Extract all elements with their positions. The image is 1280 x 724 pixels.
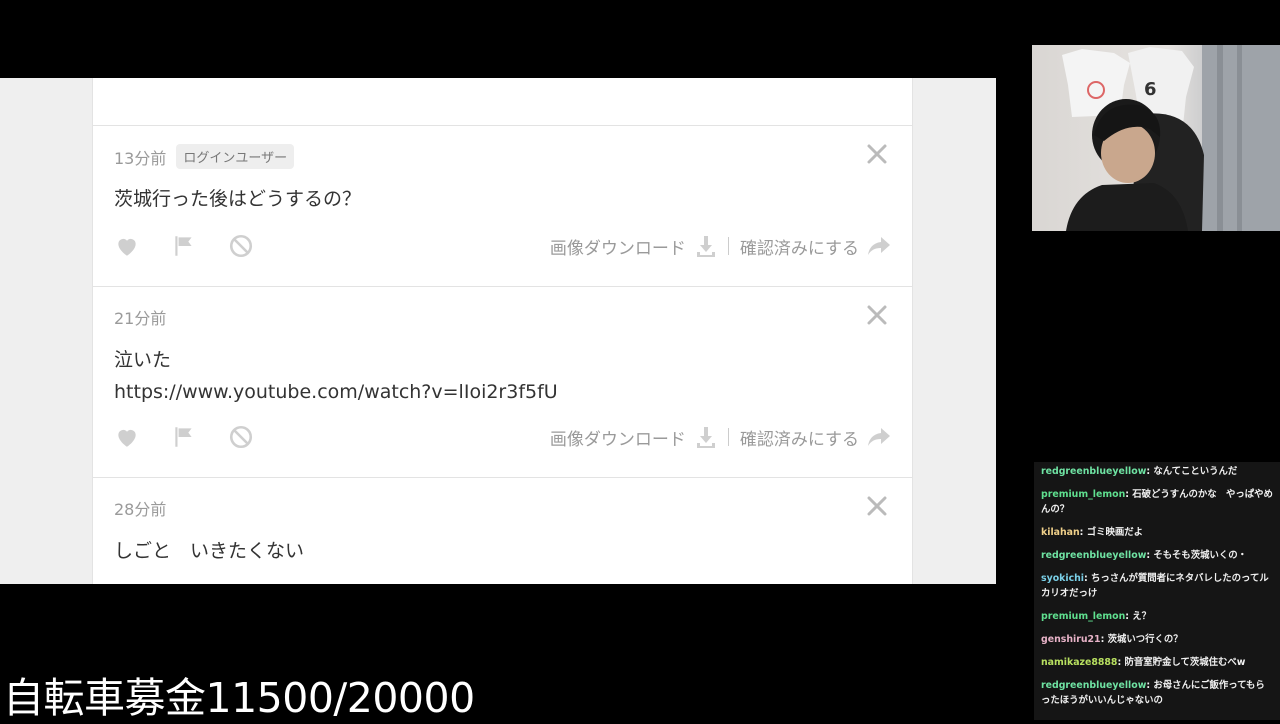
chat-text: なんてこというんだ — [1153, 466, 1238, 477]
flag-icon[interactable] — [171, 424, 197, 450]
chat-text: え？ — [1132, 611, 1152, 622]
chat-message-list: redgreenblueyellow: なんてこというんだ premium_lem… — [1041, 464, 1274, 716]
close-icon[interactable] — [866, 304, 888, 326]
question-meta: 13分前 ログインユーザー — [114, 144, 295, 169]
question-feed: 13分前 ログインユーザー 茨城行った後はどうするの？ 画像ダウンロード 確認済… — [92, 78, 913, 584]
chat-username[interactable]: redgreenblueyellow — [1041, 550, 1146, 561]
live-chat-panel: redgreenblueyellow: なんてこというんだ premium_lem… — [1034, 462, 1280, 720]
chat-message: genshiru21: 茨城いつ行くの？ — [1041, 634, 1183, 645]
share-arrow-icon[interactable] — [867, 235, 891, 257]
image-download-link[interactable]: 画像ダウンロード — [550, 234, 686, 259]
question-body: 茨城行った後はどうするの？ — [114, 183, 361, 215]
chat-username[interactable]: kilahan — [1041, 527, 1080, 538]
question-card-partial — [92, 78, 913, 126]
chat-username[interactable]: premium_lemon — [1041, 611, 1125, 622]
question-card: 13分前 ログインユーザー 茨城行った後はどうするの？ 画像ダウンロード 確認済… — [92, 126, 913, 287]
webcam-feed: 6 — [1032, 45, 1280, 231]
chat-message: premium_lemon: 石破どうすんのかな やっぱやめんの？ — [1041, 489, 1273, 515]
download-icon[interactable] — [694, 234, 718, 258]
divider — [727, 237, 729, 255]
question-text: 泣いた — [114, 349, 172, 371]
download-icon[interactable] — [694, 425, 718, 449]
question-meta: 28分前 — [114, 496, 166, 520]
card-actions: 画像ダウンロード 確認済みにする — [114, 230, 891, 262]
chat-message: kilahan: ゴミ映画だよ — [1041, 527, 1143, 538]
question-text: しごと いきたくない — [114, 540, 305, 562]
close-icon[interactable] — [866, 495, 888, 517]
question-text: 茨城行った後はどうするの？ — [114, 188, 362, 210]
chat-username[interactable]: redgreenblueyellow — [1041, 680, 1146, 691]
block-icon[interactable] — [228, 233, 254, 259]
flag-icon[interactable] — [171, 233, 197, 259]
chat-message: redgreenblueyellow: そもそも茨城いくの・ — [1041, 550, 1247, 561]
image-download-link[interactable]: 画像ダウンロード — [550, 425, 686, 450]
heart-icon[interactable] — [114, 233, 140, 259]
question-body: しごと いきたくない — [114, 535, 304, 567]
mark-done-link[interactable]: 確認済みにする — [740, 234, 859, 259]
svg-text:6: 6 — [1144, 79, 1157, 100]
chat-message: namikaze8888: 防音室貯金して茨城住むべw — [1041, 657, 1246, 668]
donation-goal-text: 自転車募金11500/20000 — [3, 674, 475, 722]
question-card: 21分前 泣いた https://www.youtube.com/watch?v… — [92, 287, 913, 478]
chat-text: ゴミ映画だよ — [1086, 527, 1143, 538]
block-icon[interactable] — [228, 424, 254, 450]
question-meta: 21分前 — [114, 305, 166, 329]
question-time: 13分前 — [114, 148, 167, 168]
question-body: 泣いた https://www.youtube.com/watch?v=lIoi… — [114, 344, 558, 408]
chat-username[interactable]: genshiru21 — [1041, 634, 1101, 645]
chat-text: そもそも茨城いくの・ — [1153, 550, 1247, 561]
card-actions: 画像ダウンロード 確認済みにする — [114, 421, 891, 453]
chat-message: syokichi: ちっさんが質問者にネタバレしたのってルカリオだっけ — [1041, 573, 1269, 599]
close-icon[interactable] — [866, 143, 888, 165]
question-time: 21分前 — [114, 309, 167, 328]
chat-message: premium_lemon: え？ — [1041, 611, 1152, 622]
webcam-image: 6 — [1062, 45, 1280, 231]
chat-text: 防音室貯金して茨城住むべw — [1124, 657, 1246, 668]
qa-browser-capture: 13分前 ログインユーザー 茨城行った後はどうするの？ 画像ダウンロード 確認済… — [0, 78, 996, 584]
chat-username[interactable]: syokichi — [1041, 573, 1084, 584]
heart-icon[interactable] — [114, 424, 140, 450]
question-url[interactable]: https://www.youtube.com/watch?v=lIoi2r3f… — [114, 376, 558, 408]
chat-text: 茨城いつ行くの？ — [1107, 634, 1183, 645]
chat-username[interactable]: redgreenblueyellow — [1041, 466, 1146, 477]
chat-username[interactable]: namikaze8888 — [1041, 657, 1117, 668]
mark-done-link[interactable]: 確認済みにする — [740, 425, 859, 450]
login-user-badge: ログインユーザー — [176, 144, 295, 169]
share-arrow-icon[interactable] — [867, 426, 891, 448]
question-card: 28分前 しごと いきたくない 画像ダウンロード 確認済みにする — [92, 478, 913, 584]
chat-message: redgreenblueyellow: なんてこというんだ — [1041, 466, 1238, 477]
question-time: 28分前 — [114, 500, 167, 519]
chat-username[interactable]: premium_lemon — [1041, 489, 1125, 500]
chat-message: redgreenblueyellow: お母さんにご飯作ってもらったほうがいいん… — [1041, 680, 1265, 706]
divider — [727, 428, 729, 446]
